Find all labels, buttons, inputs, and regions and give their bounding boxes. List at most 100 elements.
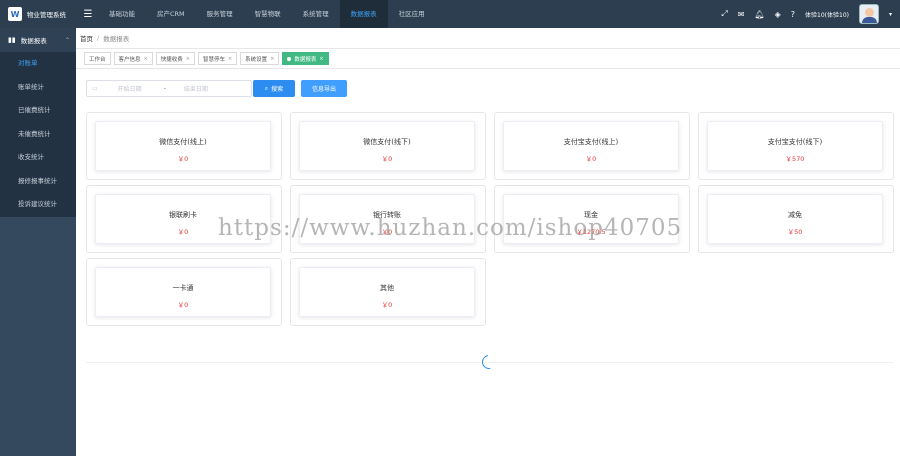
card-body: 其他 ￥0 (299, 267, 475, 317)
sidebar-section-header[interactable]: ▮▮ 数据报表 ⌃ (0, 28, 76, 52)
card-value: ￥0 (381, 228, 393, 236)
close-icon[interactable]: × (228, 56, 232, 62)
end-date-input[interactable]: 结束日期 (184, 84, 208, 93)
tab-customer-info[interactable]: 客户信息 × (113, 52, 153, 65)
sidebar-item-bill-stats[interactable]: 账单统计 (0, 76, 76, 100)
card-title: 微信支付(线下) (363, 138, 411, 146)
tab-system-settings[interactable]: 系统设置 × (240, 52, 280, 65)
menu-toggle-icon[interactable]: ☰ (78, 0, 98, 28)
card-value: ￥0 (177, 155, 189, 163)
card-body: 银联刷卡 ￥0 (95, 194, 271, 244)
tab-label: 智慧停车 (202, 56, 225, 63)
card-title: 其他 (380, 284, 394, 292)
top-nav: 基础功能 房产CRM 服务管理 智慧物联 系统管理 数据报表 社区应用 (98, 0, 436, 28)
card-body: 支付宝支付(线下) ￥570 (707, 121, 883, 171)
card-one-card: 一卡通 ￥0 (86, 258, 282, 326)
search-button-label: 搜索 (271, 86, 284, 93)
app-title: 物业管理系统 (27, 11, 66, 19)
sidebar-item-statement[interactable]: 对账单 (0, 52, 76, 76)
mail-icon[interactable]: ✉ (738, 10, 745, 19)
card-title: 减免 (788, 211, 802, 219)
sidebar: ▮▮ 数据报表 ⌃ 对账单 账单统计 已催费统计 未催费统计 收支统计 报修报事… (0, 28, 76, 456)
close-icon[interactable]: × (319, 56, 323, 62)
user-name[interactable]: 体验10(体验10) (805, 10, 849, 19)
tab-label: 客户信息 (118, 56, 141, 63)
topnav-item-basic[interactable]: 基础功能 (98, 0, 146, 28)
card-title: 支付宝支付(线上) (563, 138, 619, 146)
sidebar-item-reminded-stats[interactable]: 已催费统计 (0, 99, 76, 123)
card-value: ￥1270.5 (576, 228, 606, 236)
layers-icon[interactable]: ◈ (775, 10, 781, 19)
tab-quick-charge[interactable]: 快捷收费 × (155, 52, 195, 65)
breadcrumb: 首页 / 数据报表 (76, 28, 900, 49)
tab-label: 快捷收费 (160, 56, 183, 63)
chevron-down-icon[interactable]: ▾ (889, 11, 892, 18)
card-unionpay: 银联刷卡 ￥0 (86, 185, 282, 253)
bell-icon[interactable]: 🔔︎ (754, 10, 764, 19)
sidebar-menu: 对账单 账单统计 已催费统计 未催费统计 收支统计 报修报事统计 投诉建议统计 (0, 52, 76, 217)
card-title: 微信支付(线上) (159, 138, 207, 146)
breadcrumb-separator: / (97, 34, 100, 42)
top-right-tools: ⤢ ✉ 🔔︎ ◈ ? 体验10(体验10) ▾ (721, 0, 892, 28)
card-body: 减免 ￥50 (707, 194, 883, 244)
chevron-up-icon: ⌃ (64, 36, 70, 44)
tab-label: 数据报表 (294, 56, 317, 63)
card-discount: 减免 ￥50 (698, 185, 894, 253)
card-body: 一卡通 ￥0 (95, 267, 271, 317)
brand-logo: W (8, 7, 22, 21)
search-bar: ▭ 开始日期 - 结束日期 ⌕ 搜索 信息导出 (86, 80, 347, 97)
sidebar-item-unreminded-stats[interactable]: 未催费统计 (0, 123, 76, 147)
topnav-item-community[interactable]: 社区应用 (388, 0, 436, 28)
tab-smart-parking[interactable]: 智慧停车 × (197, 52, 238, 65)
card-value: ￥0 (381, 301, 393, 309)
card-wechat-online: 微信支付(线上) ￥0 (86, 112, 282, 180)
card-alipay-online: 支付宝支付(线上) ￥0 (494, 112, 690, 180)
card-body: 银行转账 ￥0 (299, 194, 475, 244)
sidebar-item-complaint-stats[interactable]: 投诉建议统计 (0, 193, 76, 217)
top-bar: W 物业管理系统 ☰ 基础功能 房产CRM 服务管理 智慧物联 系统管理 数据报… (0, 0, 900, 28)
close-icon[interactable]: × (144, 56, 148, 62)
topnav-item-system[interactable]: 系统管理 (292, 0, 340, 28)
card-value: ￥0 (177, 301, 189, 309)
card-title: 现金 (584, 211, 598, 219)
topnav-item-iot[interactable]: 智慧物联 (244, 0, 292, 28)
tab-label: 工作台 (89, 56, 106, 63)
topnav-item-crm[interactable]: 房产CRM (146, 0, 196, 28)
calendar-icon: ▭ (92, 85, 98, 92)
close-icon[interactable]: × (270, 56, 274, 62)
page-tabs: 工作台 客户信息 × 快捷收费 × 智慧停车 × 系统设置 × 数据报表 × (76, 49, 900, 69)
card-alipay-offline: 支付宝支付(线下) ￥570 (698, 112, 894, 180)
loading-spinner-icon (479, 352, 499, 372)
export-button[interactable]: 信息导出 (301, 80, 347, 97)
tab-workbench[interactable]: 工作台 (84, 52, 111, 65)
card-value: ￥50 (787, 228, 803, 236)
breadcrumb-home[interactable]: 首页 (80, 33, 93, 43)
search-icon: ⌕ (264, 84, 269, 92)
card-body: 现金 ￥1270.5 (503, 194, 679, 244)
sidebar-item-income-stats[interactable]: 收支统计 (0, 146, 76, 170)
card-title: 一卡通 (172, 284, 194, 292)
close-icon[interactable]: × (186, 56, 190, 62)
start-date-input[interactable]: 开始日期 (118, 84, 142, 93)
date-range-picker[interactable]: ▭ 开始日期 - 结束日期 (86, 80, 252, 97)
tab-data-reports[interactable]: 数据报表 × (282, 52, 329, 65)
card-bank-transfer: 银行转账 ￥0 (290, 185, 486, 253)
topnav-item-service[interactable]: 服务管理 (196, 0, 244, 28)
topnav-item-reports[interactable]: 数据报表 (339, 0, 388, 28)
card-value: ￥0 (381, 155, 393, 163)
card-value: ￥570 (785, 155, 805, 163)
sidebar-section-label: 数据报表 (20, 37, 47, 45)
help-icon[interactable]: ? (791, 10, 795, 19)
search-button[interactable]: ⌕ 搜索 (253, 80, 295, 97)
avatar[interactable] (858, 4, 879, 24)
sidebar-item-repair-stats[interactable]: 报修报事统计 (0, 170, 76, 194)
card-body: 微信支付(线上) ￥0 (95, 121, 271, 171)
brand[interactable]: W 物业管理系统 (0, 0, 76, 28)
breadcrumb-current: 数据报表 (103, 35, 130, 43)
fullscreen-icon[interactable]: ⤢ (721, 9, 727, 19)
export-button-label: 信息导出 (311, 86, 336, 93)
date-range-separator: - (163, 85, 166, 92)
card-value: ￥0 (177, 228, 189, 236)
card-body: 微信支付(线下) ￥0 (299, 121, 475, 171)
card-title: 银行转账 (373, 211, 401, 219)
